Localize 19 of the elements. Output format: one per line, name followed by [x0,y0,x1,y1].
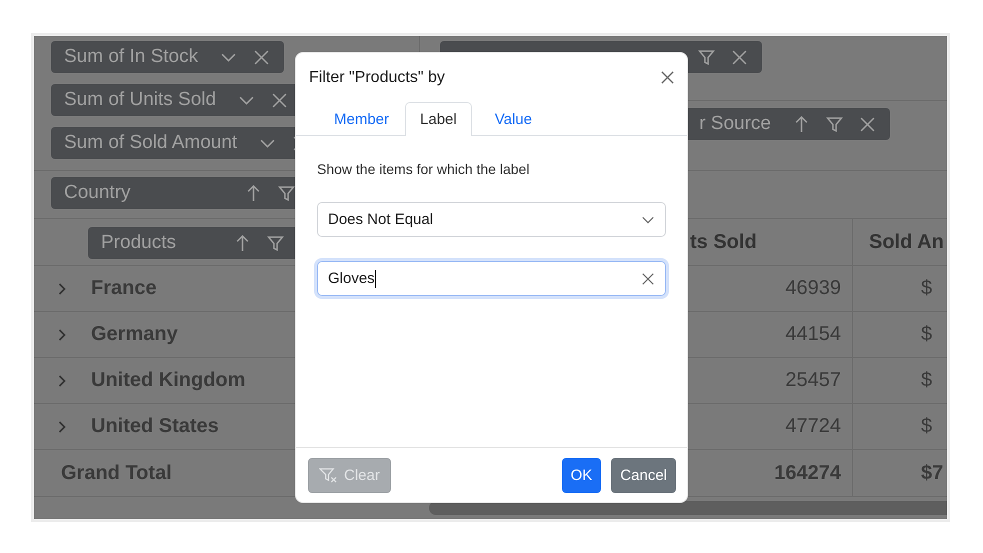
table-cell: $7 [921,462,944,484]
table-cell: 44154 [785,323,841,346]
table-cell: 25457 [785,369,841,392]
table-cell: 47724 [785,415,841,438]
prompt-text: Show the items for which the label [317,161,530,177]
row-label: France [91,277,157,300]
table-cell: $ [921,323,932,346]
row-label: Grand Total [61,462,172,484]
table-cell: 46939 [785,277,841,300]
row-label: United Kingdom [91,369,246,392]
table-cell: 164274 [774,462,841,484]
row-label: United States [91,415,219,438]
table-cell: $ [921,415,932,438]
table-cell: $ [921,369,932,392]
column-header: Sold An [869,230,944,254]
dialog-title: Filter "Products" by [309,68,445,86]
table-cell: $ [921,277,932,300]
row-label: Germany [91,323,178,346]
column-header: ts Sold [690,230,757,254]
